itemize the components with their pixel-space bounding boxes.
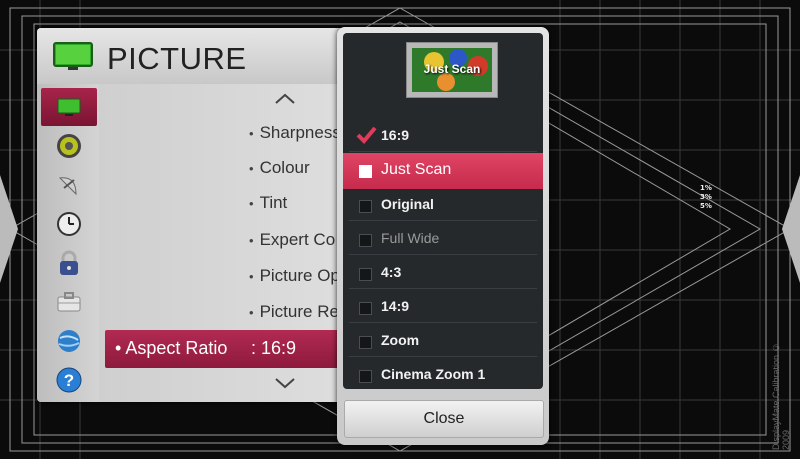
menu-item-aspect-ratio[interactable]: • Aspect Ratio : 16:9 <box>105 330 347 368</box>
percent-marker-1: 1% <box>700 184 712 192</box>
aspect-ratio-value: : 16:9 <box>251 338 297 358</box>
menu-item-sharpness[interactable]: • Sharpness <box>249 123 341 143</box>
option-cinema-zoom-1[interactable]: Cinema Zoom 1 <box>349 360 537 389</box>
menu-item-colour[interactable]: • Colour <box>249 158 310 178</box>
aspect-ratio-label: • Aspect Ratio <box>115 338 228 358</box>
close-button[interactable]: Close <box>344 400 544 438</box>
sidebar-item-picture[interactable] <box>41 88 97 126</box>
option-checkbox <box>359 165 372 178</box>
category-sidebar: ? <box>37 84 99 402</box>
menu-header: PICTURE <box>37 28 347 84</box>
sidebar-item-support[interactable]: ? <box>41 361 97 399</box>
option-checkbox <box>359 370 372 383</box>
clock-icon <box>57 212 81 236</box>
tv-screen: 1% 3% 5% DisplayMate Calibration © 2009 … <box>0 0 800 459</box>
network-globe-icon <box>58 330 80 352</box>
menu-item-expert-control[interactable]: • Expert Co <box>249 230 335 250</box>
picture-icon <box>57 98 81 116</box>
menu-item-picture-option[interactable]: • Picture Op <box>249 266 340 286</box>
sidebar-item-audio[interactable] <box>41 127 97 165</box>
sidebar-item-lock[interactable] <box>41 244 97 282</box>
satellite-dish-icon <box>58 177 77 196</box>
aspect-preview: Just Scan <box>406 42 498 98</box>
sidebar-item-channel[interactable] <box>41 166 97 204</box>
svg-text:?: ? <box>64 371 74 390</box>
percent-marker-3: 3% <box>700 193 712 201</box>
sidebar-item-option[interactable] <box>41 283 97 321</box>
percent-marker-5: 5% <box>700 202 712 210</box>
scroll-down-icon[interactable] <box>274 377 296 389</box>
picture-menu-panel: PICTURE ? • Sharpness • Colour • Tint • … <box>37 28 347 402</box>
option-checkbox <box>359 268 372 281</box>
picture-tv-icon <box>53 42 93 70</box>
pattern-credit: DisplayMate Calibration © 2009 <box>771 342 791 450</box>
preview-image: Just Scan <box>412 48 492 92</box>
preview-label: Just Scan <box>423 62 481 76</box>
page-title: PICTURE <box>107 41 247 76</box>
option-just-scan[interactable]: Just Scan <box>343 153 543 189</box>
option-zoom[interactable]: Zoom <box>349 326 537 357</box>
option-full-wide: Full Wide <box>349 224 537 255</box>
option-checkbox <box>359 200 372 213</box>
option-checkbox <box>359 234 372 247</box>
menu-item-tint[interactable]: • Tint <box>249 193 287 213</box>
scroll-up-icon[interactable] <box>274 93 296 105</box>
toolbox-icon <box>57 292 81 312</box>
option-checkbox <box>359 302 372 315</box>
checkmark-icon <box>356 126 377 144</box>
option-original[interactable]: Original <box>349 190 537 221</box>
option-4-3[interactable]: 4:3 <box>349 258 537 289</box>
speaker-icon <box>57 134 81 158</box>
menu-item-picture-reset[interactable]: • Picture Re <box>249 302 339 322</box>
option-14-9[interactable]: 14:9 <box>349 292 537 323</box>
aspect-ratio-popup: Just Scan 16:9 Just Scan Original Full W… <box>337 27 549 445</box>
lock-icon <box>60 250 78 275</box>
aspect-ratio-options: Just Scan 16:9 Just Scan Original Full W… <box>343 33 543 389</box>
option-16-9[interactable]: 16:9 <box>349 121 537 152</box>
option-checkbox <box>359 336 372 349</box>
sidebar-item-time[interactable] <box>41 205 97 243</box>
help-icon: ? <box>56 367 82 393</box>
sidebar-item-network[interactable] <box>41 322 97 360</box>
